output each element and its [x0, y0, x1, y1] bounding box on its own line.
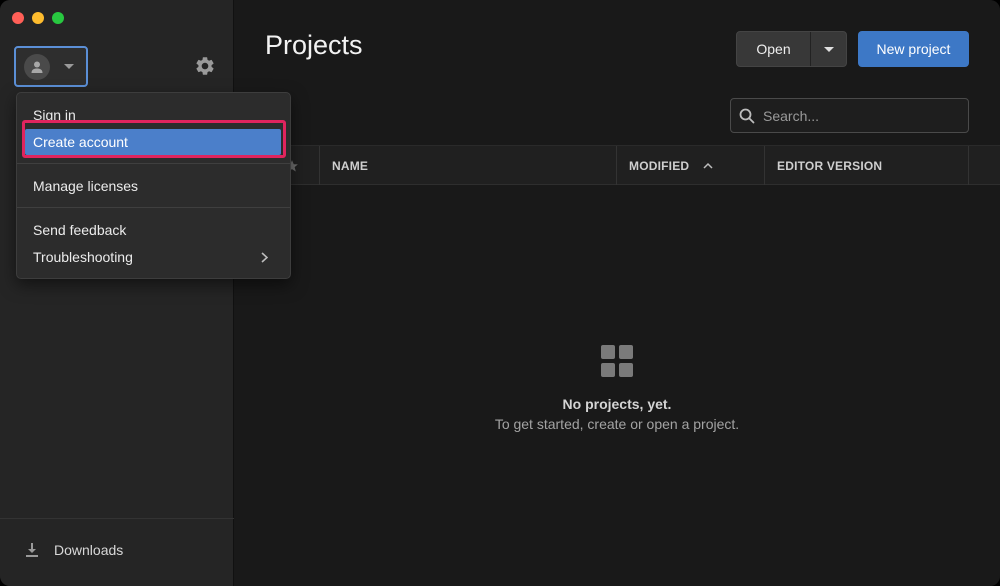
avatar — [24, 54, 50, 80]
editor-version-column-label: EDITOR VERSION — [777, 158, 883, 173]
gear-icon[interactable] — [194, 55, 216, 77]
minimize-window-button[interactable] — [32, 12, 44, 24]
menu-item-troubleshooting-label: Troubleshooting — [33, 249, 133, 265]
search-box — [730, 98, 969, 133]
window-controls — [12, 12, 64, 24]
download-icon — [26, 543, 38, 557]
account-menu-button[interactable] — [14, 46, 88, 87]
maximize-window-button[interactable] — [52, 12, 64, 24]
downloads-button[interactable]: Downloads — [24, 540, 123, 560]
sidebar: Downloads — [0, 0, 234, 586]
modified-column-header[interactable]: MODIFIED — [617, 146, 765, 185]
chevron-down-icon — [64, 64, 74, 69]
app-window: Downloads Projects Open New project Sear… — [0, 0, 1000, 586]
name-column-label: NAME — [332, 158, 369, 173]
sort-ascending-icon — [703, 162, 713, 169]
editor-version-column-header[interactable]: EDITOR VERSION — [765, 146, 969, 185]
projects-table-header: NAME MODIFIED EDITOR VERSION — [234, 145, 1000, 185]
page-title: Projects — [265, 30, 363, 60]
name-column-header[interactable]: NAME — [320, 146, 617, 185]
empty-state-subtitle: To get started, create or open a project… — [494, 416, 740, 432]
menu-divider — [17, 207, 290, 208]
chevron-right-icon — [261, 252, 268, 263]
menu-item-manage-licenses[interactable]: Manage licenses — [17, 173, 290, 199]
open-options-button[interactable] — [811, 32, 846, 66]
empty-state-title: No projects, yet. — [562, 396, 672, 412]
account-dropdown-menu: Sign in Create account Manage licenses S… — [16, 92, 291, 279]
open-button[interactable]: Open — [737, 32, 811, 66]
empty-state: No projects, yet. To get started, create… — [234, 345, 1000, 432]
menu-item-send-feedback[interactable]: Send feedback — [17, 217, 290, 243]
search-icon — [739, 108, 755, 124]
sidebar-divider — [0, 518, 234, 519]
menu-divider — [17, 163, 290, 164]
main-panel: Projects Open New project NAME — [234, 0, 1000, 586]
close-window-button[interactable] — [12, 12, 24, 24]
chevron-down-icon — [824, 47, 834, 52]
modified-column-label: MODIFIED — [629, 158, 690, 173]
menu-item-troubleshooting[interactable]: Troubleshooting — [17, 244, 290, 270]
open-button-group: Open — [736, 31, 847, 67]
person-icon — [31, 61, 43, 73]
highlight-annotation — [22, 120, 286, 158]
downloads-label: Downloads — [54, 542, 124, 558]
search-input[interactable] — [763, 99, 963, 132]
grid-icon — [601, 345, 633, 377]
new-project-button[interactable]: New project — [858, 31, 969, 67]
